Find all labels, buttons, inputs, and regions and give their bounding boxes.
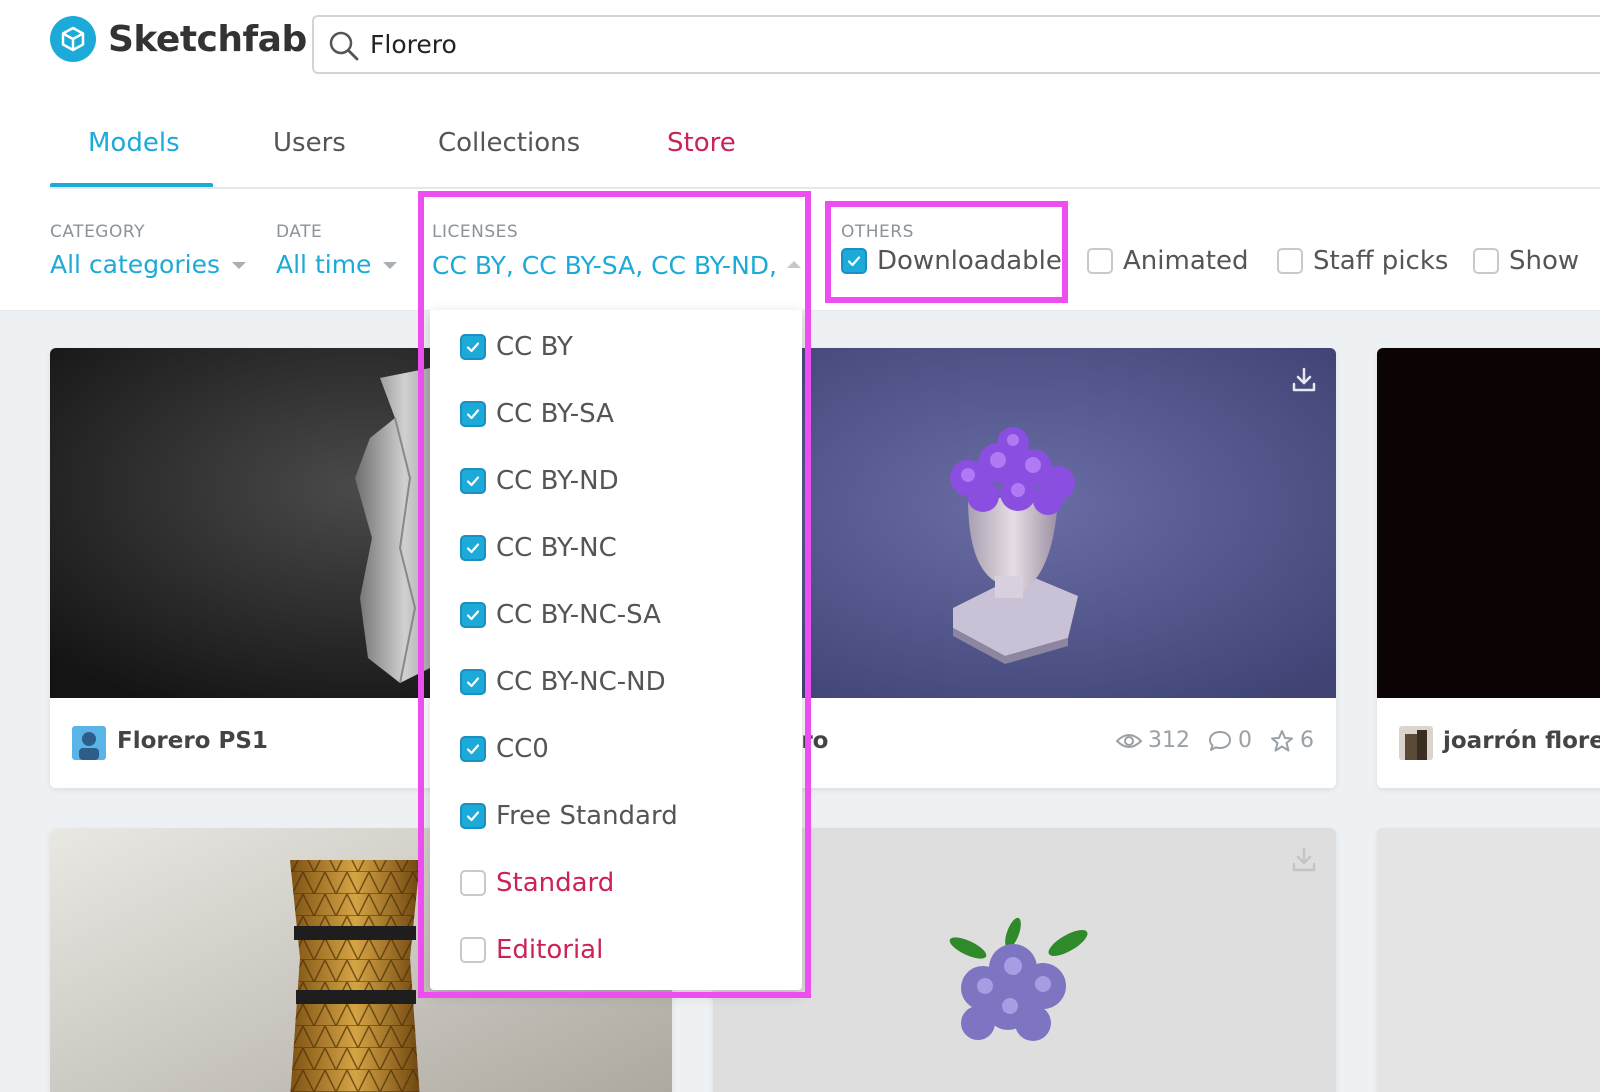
license-checkbox[interactable]: [460, 535, 486, 561]
download-icon[interactable]: [1290, 846, 1318, 874]
avatar[interactable]: [1399, 726, 1433, 760]
downloadable-checkbox[interactable]: [841, 248, 867, 274]
license-checkbox[interactable]: [460, 468, 486, 494]
license-checkbox[interactable]: [460, 602, 486, 628]
chevron-down-icon: [383, 262, 398, 269]
license-option-standard[interactable]: Standard: [460, 868, 614, 898]
animated-filter[interactable]: Animated: [1087, 246, 1248, 276]
search-tabs: Models Users Collections Store: [50, 110, 1600, 188]
license-checkbox[interactable]: [460, 803, 486, 829]
check-icon: [466, 543, 480, 554]
license-option-free-standard[interactable]: Free Standard: [460, 801, 678, 831]
license-checkbox[interactable]: [460, 401, 486, 427]
animated-label: Animated: [1123, 246, 1249, 276]
license-label: CC0: [496, 734, 549, 764]
date-filter-value: All time: [276, 250, 372, 279]
license-label: Free Standard: [496, 801, 678, 831]
model-thumbnail[interactable]: [713, 828, 1336, 1092]
category-filter-value: All categories: [50, 250, 220, 279]
license-checkbox[interactable]: [460, 937, 486, 963]
licenses-filter-value[interactable]: CC BY, CC BY-SA, CC BY-ND, CC BY-NC, CC …: [432, 251, 777, 280]
check-icon: [466, 476, 480, 487]
tab-collections[interactable]: Collections: [438, 128, 580, 158]
check-icon: [466, 677, 480, 688]
staff-picks-filter[interactable]: Staff picks: [1277, 246, 1448, 276]
license-checkbox[interactable]: [460, 334, 486, 360]
category-filter-dropdown[interactable]: All categories: [50, 250, 246, 279]
license-option-cc-by-nc-nd[interactable]: CC BY-NC-ND: [460, 667, 666, 697]
license-checkbox[interactable]: [460, 736, 486, 762]
license-label: CC BY-SA: [496, 399, 614, 429]
model-thumbnail[interactable]: [1377, 348, 1600, 698]
check-icon: [466, 811, 480, 822]
show-checkbox[interactable]: [1473, 248, 1499, 274]
license-label: CC BY: [496, 332, 573, 362]
like-count: 6: [1300, 728, 1314, 753]
tab-models[interactable]: Models: [88, 128, 180, 158]
download-icon[interactable]: [1290, 366, 1318, 394]
licenses-dropdown-menu: CC BY CC BY-SA CC BY-ND CC BY-NC CC BY-N…: [430, 310, 802, 990]
licenses-filter-label: LICENSES: [432, 222, 519, 242]
check-icon: [847, 256, 861, 267]
model-card[interactable]: [1377, 828, 1600, 1092]
animated-checkbox[interactable]: [1087, 248, 1113, 274]
comment-icon: [1209, 730, 1231, 751]
model-card[interactable]: [713, 828, 1336, 1092]
date-filter-dropdown[interactable]: All time: [276, 250, 398, 279]
license-option-editorial[interactable]: Editorial: [460, 935, 603, 965]
license-option-cc-by-nc-sa[interactable]: CC BY-NC-SA: [460, 600, 661, 630]
license-checkbox[interactable]: [460, 870, 486, 896]
model-card[interactable]: joarrón florero: [1377, 348, 1600, 788]
staff-picks-checkbox[interactable]: [1277, 248, 1303, 274]
search-bar[interactable]: [312, 15, 1600, 74]
chevron-down-icon: [231, 262, 246, 269]
license-label: CC BY-NC-SA: [496, 600, 661, 630]
check-icon: [466, 610, 480, 621]
model-card[interactable]: Florero 312 0 6: [713, 348, 1336, 788]
star-icon[interactable]: [1270, 729, 1294, 753]
category-filter-label: CATEGORY: [50, 222, 145, 242]
logo-text: Sketchfab: [108, 18, 307, 60]
license-option-cc0[interactable]: CC0: [460, 734, 549, 764]
eye-icon: [1116, 733, 1142, 748]
staff-picks-label: Staff picks: [1313, 246, 1449, 276]
model-title[interactable]: Florero PS1: [117, 728, 268, 754]
search-input[interactable]: [370, 17, 1570, 72]
card-footer: joarrón florero: [1377, 698, 1600, 788]
sketchfab-cube-icon: [50, 16, 96, 62]
downloadable-filter[interactable]: Downloadable: [841, 246, 1062, 276]
check-icon: [466, 744, 480, 755]
search-icon: [329, 31, 359, 61]
check-icon: [466, 409, 480, 420]
show-filter[interactable]: Show: [1473, 246, 1600, 276]
license-option-cc-by-nc[interactable]: CC BY-NC: [460, 533, 617, 563]
show-label: Show: [1509, 246, 1580, 276]
license-label: Editorial: [496, 935, 604, 965]
license-label: CC BY-NC: [496, 533, 617, 563]
downloadable-label: Downloadable: [877, 246, 1062, 276]
sketchfab-logo[interactable]: Sketchfab: [50, 16, 307, 62]
license-option-cc-by-sa[interactable]: CC BY-SA: [460, 399, 614, 429]
license-label: CC BY-NC-ND: [496, 667, 666, 697]
check-icon: [466, 342, 480, 353]
comment-count: 0: [1238, 728, 1252, 753]
tab-users[interactable]: Users: [273, 128, 346, 158]
tab-store[interactable]: Store: [667, 128, 736, 158]
card-footer: Florero 312 0 6: [713, 698, 1336, 788]
date-filter-label: DATE: [276, 222, 323, 242]
chevron-up-icon[interactable]: [787, 261, 801, 268]
view-count: 312: [1148, 728, 1190, 753]
license-label: CC BY-ND: [496, 466, 619, 496]
model-stats: 312 0 6: [1116, 728, 1314, 753]
model-thumbnail[interactable]: [713, 348, 1336, 698]
license-option-cc-by-nd[interactable]: CC BY-ND: [460, 466, 619, 496]
license-label: Standard: [496, 868, 615, 898]
avatar[interactable]: [72, 726, 106, 760]
others-filter-label: OTHERS: [841, 222, 914, 242]
license-checkbox[interactable]: [460, 669, 486, 695]
model-title[interactable]: joarrón florero: [1443, 728, 1600, 754]
license-option-cc-by[interactable]: CC BY: [460, 332, 573, 362]
